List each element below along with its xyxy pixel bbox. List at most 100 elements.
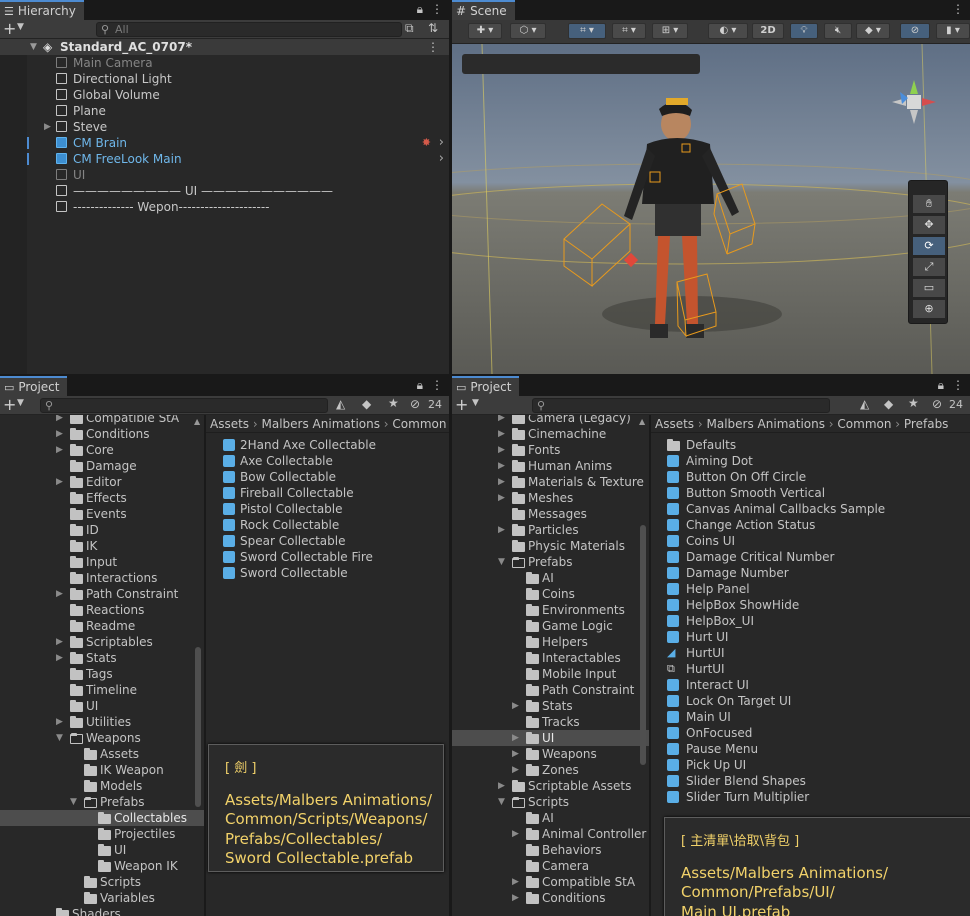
file-item[interactable]: Sword Collectable Fire [206, 549, 449, 565]
chevron-right-icon[interactable]: ▶ [498, 458, 508, 474]
tree-item[interactable]: UI [0, 842, 204, 858]
chevron-right-icon[interactable]: ▶ [56, 426, 66, 442]
draw-mode-button[interactable]: ✚ ▾ [468, 23, 502, 39]
increment-snap-button[interactable]: ⌗ ▾ [612, 23, 646, 39]
file-item[interactable]: Button On Off Circle [651, 469, 970, 485]
scene-viewport[interactable]: ✋︎ ✥ ⟳ ⤢ ▭ ⊕ [452, 44, 970, 374]
scene-root-row[interactable]: ▼ ◈ Standard_AC_0707* ⋮ [0, 39, 449, 55]
chevron-right-icon[interactable]: ▶ [498, 426, 508, 442]
chevron-right-icon[interactable]: ▶ [498, 442, 508, 458]
scroll-up-arrow-icon[interactable]: ▲ [639, 417, 645, 426]
chevron-right-icon[interactable]: ▶ [56, 714, 66, 730]
kebab-menu-icon[interactable]: ⋮ [952, 378, 964, 393]
file-item[interactable]: Pistol Collectable [206, 501, 449, 517]
tree-item[interactable]: Input [0, 554, 204, 570]
chevron-down-icon[interactable]: ▼ [30, 39, 37, 55]
tree-item[interactable]: Behaviors [452, 842, 649, 858]
tree-item[interactable]: Projectiles [0, 826, 204, 842]
tree-item[interactable]: AI [452, 570, 649, 586]
tree-item[interactable]: ▶ Scriptables [0, 634, 204, 650]
project-right-search-input[interactable]: ⚲ [532, 398, 830, 413]
tree-item[interactable]: ▶ Camera (Legacy) [452, 415, 649, 426]
tree-item[interactable]: Collectables [0, 810, 204, 826]
hierarchy-item[interactable]: -------------- Wepon--------------------… [0, 199, 449, 215]
hierarchy-item[interactable]: Plane [0, 103, 449, 119]
tree-scrollbar[interactable] [640, 525, 646, 765]
camera-button[interactable]: ▮ ▾ [936, 23, 970, 39]
hand-tool-button[interactable]: ✋︎ [913, 195, 945, 213]
add-icon[interactable]: + [3, 395, 16, 414]
lock-icon[interactable]: 🔒︎ [417, 378, 423, 393]
transform-tool-button[interactable]: ⊕ [913, 300, 945, 318]
kebab-menu-icon[interactable]: ⋮ [431, 2, 443, 17]
hierarchy-item[interactable]: UI [0, 167, 449, 183]
tree-item[interactable]: ▶ Editor [0, 474, 204, 490]
hierarchy-tab[interactable]: ☰ Hierarchy [0, 0, 84, 20]
file-item[interactable]: ◢ HurtUI [651, 645, 970, 661]
add-icon[interactable]: + [455, 395, 468, 414]
chevron-right-icon[interactable]: ▶ [498, 522, 508, 538]
tree-item[interactable]: Effects [0, 490, 204, 506]
chevron-right-icon[interactable]: ▶ [512, 890, 522, 906]
mode-2d-button[interactable]: 2D [752, 23, 784, 39]
tree-item[interactable]: ▶ Scriptable Assets [452, 778, 649, 794]
sort-icon[interactable]: ⇅ [428, 21, 438, 35]
tree-item[interactable]: Physic Materials [452, 538, 649, 554]
hierarchy-item[interactable]: Directional Light [0, 71, 449, 87]
chevron-down-icon[interactable]: ▼ [17, 22, 24, 32]
ruler-button[interactable]: ⊞ ▾ [652, 23, 688, 39]
tree-item[interactable]: ▶ Weapons [452, 746, 649, 762]
chevron-right-icon[interactable]: ▶ [56, 586, 66, 602]
chevron-right-icon[interactable]: ▶ [56, 474, 66, 490]
scroll-up-arrow-icon[interactable]: ▲ [194, 417, 200, 426]
hidden-packages-icon[interactable]: ⊘ [932, 397, 942, 411]
tree-item[interactable]: ID [0, 522, 204, 538]
chevron-right-icon[interactable]: ▶ [56, 650, 66, 666]
tree-item[interactable]: ▶ Conditions [0, 426, 204, 442]
kebab-menu-icon[interactable]: ⋮ [431, 378, 443, 393]
tree-item[interactable]: ▶ Utilities [0, 714, 204, 730]
tree-item[interactable]: Helpers [452, 634, 649, 650]
file-item[interactable]: Help Panel [651, 581, 970, 597]
tree-item[interactable]: Coins [452, 586, 649, 602]
file-item[interactable]: Change Action Status [651, 517, 970, 533]
tree-item[interactable]: Environments [452, 602, 649, 618]
tree-item[interactable]: ▼ Scripts [452, 794, 649, 810]
tree-item[interactable]: ▶ Core [0, 442, 204, 458]
file-item[interactable]: Defaults [651, 437, 970, 453]
tree-item[interactable]: ▶ Particles [452, 522, 649, 538]
tree-item[interactable]: ▶ Stats [0, 650, 204, 666]
breadcrumb-item[interactable]: Assets [210, 417, 249, 431]
breadcrumb-item[interactable]: Common [392, 417, 446, 431]
filter-type-icon[interactable]: ◭ [860, 397, 869, 411]
audio-toggle[interactable]: 🔇︎ [824, 23, 852, 39]
file-item[interactable]: Damage Number [651, 565, 970, 581]
breadcrumb-item[interactable]: Assets [655, 417, 694, 431]
chevron-right-icon[interactable]: ▶ [512, 730, 522, 746]
lock-icon[interactable]: 🔒︎ [938, 378, 944, 393]
chevron-right-icon[interactable]: ▶ [44, 119, 54, 135]
project-left-search-input[interactable]: ⚲ [40, 398, 328, 413]
tree-item[interactable]: Messages [452, 506, 649, 522]
tree-item[interactable]: Weapon IK [0, 858, 204, 874]
tree-item[interactable]: Events [0, 506, 204, 522]
label-icon[interactable]: ◆ [884, 397, 893, 411]
file-item[interactable]: Sword Collectable [206, 565, 449, 581]
chevron-down-icon[interactable]: ▼ [498, 554, 508, 570]
grid-snap-button[interactable]: ⌗ ▾ [568, 23, 606, 39]
rect-tool-button[interactable]: ▭ [913, 279, 945, 297]
file-item[interactable]: 2Hand Axe Collectable [206, 437, 449, 453]
tree-item[interactable]: Assets [0, 746, 204, 762]
chevron-right-icon[interactable]: › [439, 135, 444, 151]
tree-item[interactable]: ▶ Compatible StA [452, 874, 649, 890]
breadcrumb-item[interactable]: Malbers Animations [262, 417, 380, 431]
lighting-toggle[interactable]: 💡︎ [790, 23, 818, 39]
tree-item[interactable]: Camera [452, 858, 649, 874]
file-item[interactable]: OnFocused [651, 725, 970, 741]
chevron-right-icon[interactable]: ▶ [498, 778, 508, 794]
hidden-packages-icon[interactable]: ⊘ [410, 397, 420, 411]
file-item[interactable]: Lock On Target UI [651, 693, 970, 709]
hierarchy-item[interactable]: CM FreeLook Main › [0, 151, 449, 167]
file-item[interactable]: Pick Up UI [651, 757, 970, 773]
tree-item[interactable]: IK [0, 538, 204, 554]
